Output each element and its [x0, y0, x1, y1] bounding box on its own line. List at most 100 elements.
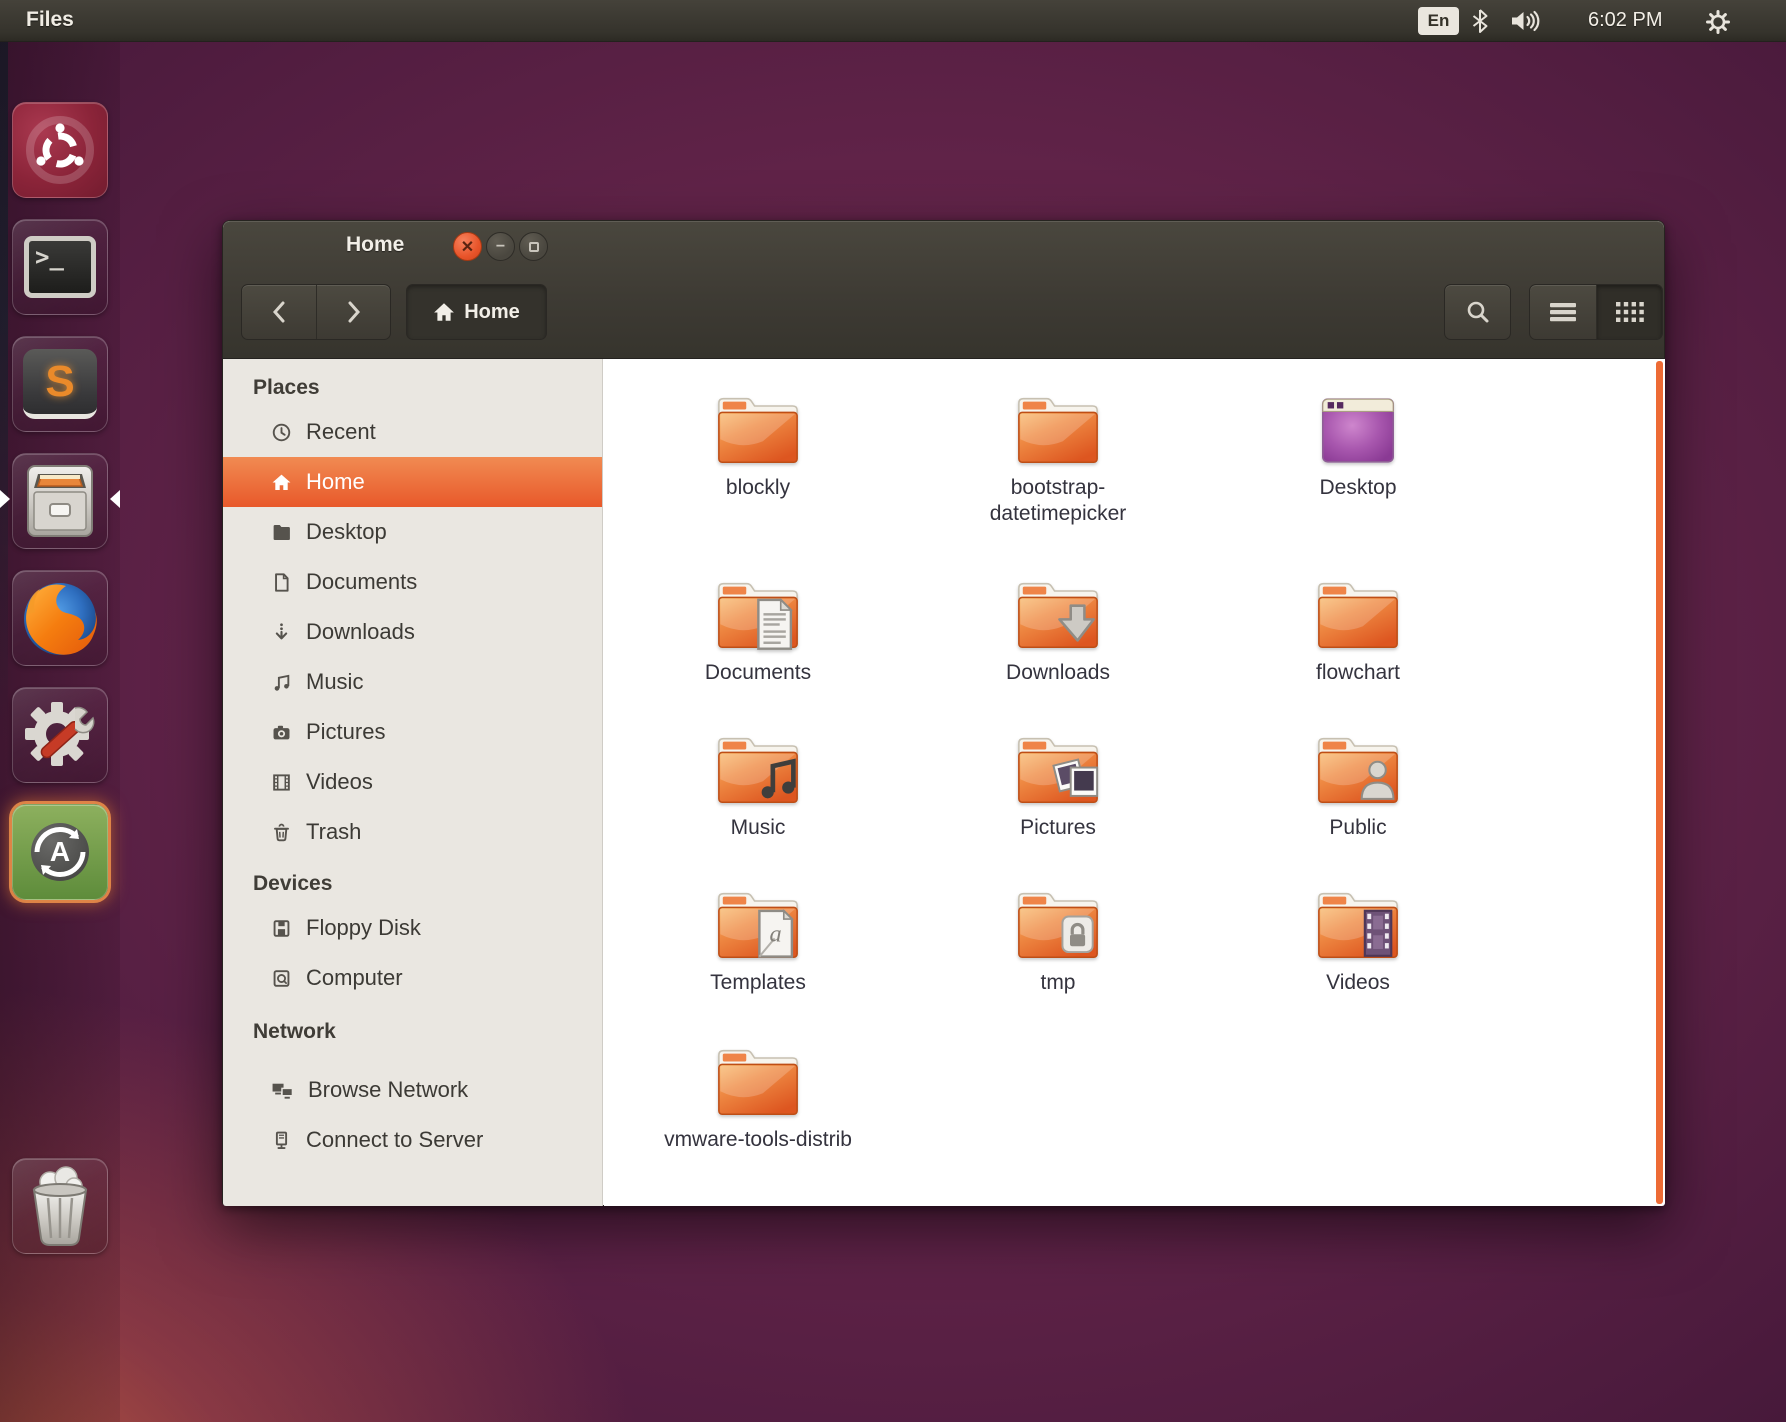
sidebar-item-downloads[interactable]: Downloads: [223, 607, 602, 657]
sidebar-label: Browse Network: [308, 1077, 468, 1103]
sidebar-item-pictures[interactable]: Pictures: [223, 707, 602, 757]
grid-view-button[interactable]: [1596, 285, 1662, 339]
maximize-glyph: [529, 242, 539, 252]
breadcrumb-label: Home: [464, 301, 520, 324]
view-toggle-group: [1529, 284, 1663, 340]
sidebar-header-devices: Devices: [223, 865, 602, 903]
folder-locked-icon: [1013, 886, 1103, 963]
folder-icon: [713, 391, 803, 468]
search-button[interactable]: [1444, 284, 1511, 340]
volume-icon[interactable]: [1510, 9, 1540, 33]
file-label: Public: [1258, 815, 1458, 841]
camera-icon: [271, 722, 292, 743]
file-label: bootstrap-datetimepicker: [958, 475, 1158, 526]
folder-templates-icon: [713, 886, 803, 963]
file-public[interactable]: Public: [1208, 731, 1508, 841]
file-videos[interactable]: Videos: [1208, 886, 1508, 996]
session-gear-icon[interactable]: [1704, 8, 1732, 36]
launcher-item-updater[interactable]: A: [12, 804, 108, 900]
home-icon: [271, 472, 292, 493]
floppy-disk-icon: [271, 918, 292, 939]
server-icon: [271, 1130, 292, 1151]
sidebar-header-places: Places: [223, 369, 602, 407]
sidebar-item-trash[interactable]: Trash: [223, 807, 602, 857]
nautilus-window: ✕ − Home: [222, 220, 1665, 1206]
file-documents[interactable]: Documents: [608, 576, 908, 686]
close-button[interactable]: ✕: [453, 232, 482, 261]
sidebar-label: Desktop: [306, 519, 387, 545]
launcher-item-terminal[interactable]: >_: [12, 219, 108, 315]
file-tmp[interactable]: tmp: [908, 886, 1208, 996]
firefox-icon: [18, 576, 102, 660]
file-blockly[interactable]: blockly: [608, 391, 908, 501]
sidebar-label: Videos: [306, 769, 373, 795]
launcher-item-sublime[interactable]: S: [12, 336, 108, 432]
forward-button[interactable]: [316, 285, 390, 339]
sidebar-item-music[interactable]: Music: [223, 657, 602, 707]
sidebar-label: Trash: [306, 819, 361, 845]
file-music[interactable]: Music: [608, 731, 908, 841]
titlebar[interactable]: ✕ − Home: [223, 221, 1664, 271]
list-view-button[interactable]: [1530, 285, 1596, 339]
sidebar-item-floppy-disk[interactable]: Floppy Disk: [223, 903, 602, 953]
file-grid[interactable]: blockly bootstrap-datetimepicker Desktop…: [604, 359, 1665, 1206]
file-label: Documents: [658, 660, 858, 686]
sidebar-label: Downloads: [306, 619, 415, 645]
file-flowchart[interactable]: flowchart: [1208, 576, 1508, 686]
launcher-item-dash[interactable]: [12, 102, 108, 198]
sidebar-label: Computer: [306, 965, 403, 991]
file-bootstrap-datetimepicker[interactable]: bootstrap-datetimepicker: [908, 391, 1208, 526]
ubuntu-logo-icon: [25, 115, 95, 185]
chevron-left-icon: [269, 299, 289, 325]
computer-drive-icon: [271, 968, 292, 989]
file-downloads[interactable]: Downloads: [908, 576, 1208, 686]
launcher-item-files[interactable]: [12, 453, 108, 549]
file-templates[interactable]: Templates: [608, 886, 908, 996]
file-desktop[interactable]: Desktop: [1208, 391, 1508, 501]
search-icon: [1465, 299, 1491, 325]
download-arrow-icon: [271, 622, 292, 643]
sidebar-item-desktop[interactable]: Desktop: [223, 507, 602, 557]
trash-can-icon: [22, 1164, 98, 1248]
scrollbar[interactable]: [1656, 361, 1663, 1204]
launcher-item-firefox[interactable]: [12, 570, 108, 666]
unity-launcher: >_ S: [0, 42, 120, 1422]
sidebar-item-documents[interactable]: Documents: [223, 557, 602, 607]
list-view-icon: [1550, 301, 1576, 323]
desktop-icon: [1313, 391, 1403, 468]
clock[interactable]: 6:02 PM: [1588, 9, 1662, 32]
sidebar-item-videos[interactable]: Videos: [223, 757, 602, 807]
sublime-s-glyph: S: [45, 357, 74, 407]
sidebar-item-connect-to-server[interactable]: Connect to Server: [223, 1115, 602, 1165]
maximize-button[interactable]: [519, 232, 548, 261]
top-menu-bar: Files En 6:02 PM: [0, 0, 1786, 42]
sidebar-item-home[interactable]: Home: [223, 457, 602, 507]
file-cabinet-icon: [22, 462, 98, 540]
sidebar-label: Music: [306, 669, 363, 695]
keyboard-indicator[interactable]: En: [1418, 7, 1459, 35]
location-breadcrumb-button[interactable]: Home: [406, 284, 547, 340]
trash-icon: [271, 822, 292, 843]
file-pictures[interactable]: Pictures: [908, 731, 1208, 841]
sidebar-item-computer[interactable]: Computer: [223, 953, 602, 1003]
sidebar-item-browse-network[interactable]: Browse Network: [223, 1065, 602, 1115]
sidebar-label: Recent: [306, 419, 376, 445]
launcher-item-trash[interactable]: [12, 1158, 108, 1254]
active-app-name[interactable]: Files: [26, 8, 74, 32]
circular-arrows-icon: [23, 815, 97, 889]
back-button[interactable]: [242, 285, 316, 339]
folder-downloads-icon: [1013, 576, 1103, 653]
history-nav-group: [241, 284, 391, 340]
file-label: tmp: [958, 970, 1158, 996]
launcher-item-settings[interactable]: [12, 687, 108, 783]
minimize-button[interactable]: −: [486, 232, 515, 261]
folder-icon: [1313, 576, 1403, 653]
sidebar-item-recent[interactable]: Recent: [223, 407, 602, 457]
bluetooth-icon[interactable]: [1470, 9, 1490, 33]
places-sidebar: Places Recent Home Desktop: [223, 359, 603, 1206]
folder-music-icon: [713, 731, 803, 808]
network-computers-icon: [271, 1080, 294, 1101]
window-chrome: ✕ − Home: [223, 221, 1664, 359]
file-vmware-tools-distrib[interactable]: vmware-tools-distrib: [608, 1043, 908, 1153]
sidebar-label: Home: [306, 469, 365, 495]
